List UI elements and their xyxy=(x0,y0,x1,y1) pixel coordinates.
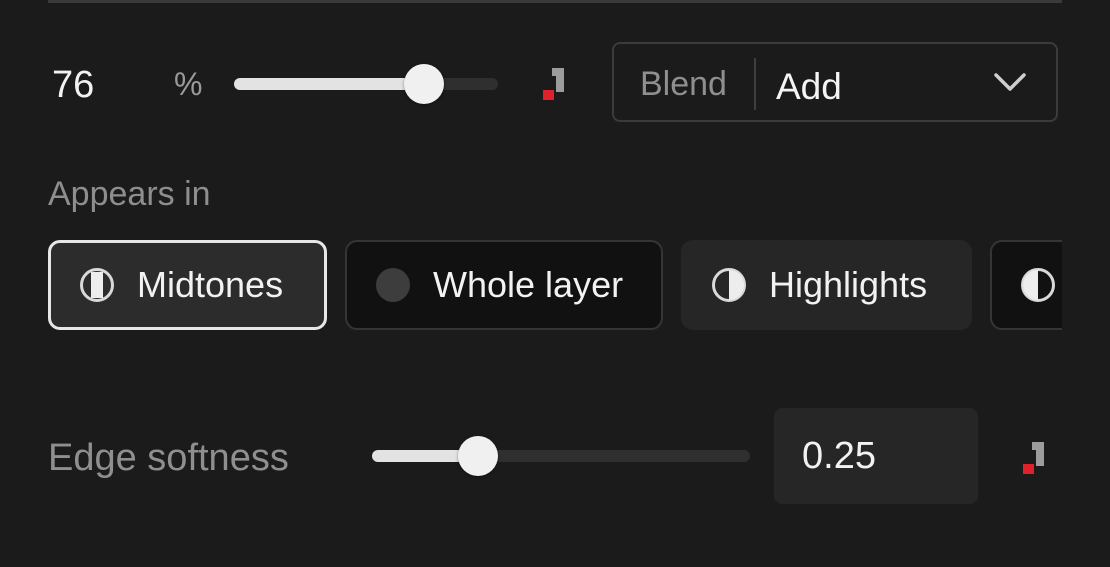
edge-softness-slider[interactable] xyxy=(372,436,750,476)
edge-softness-value: 0.25 xyxy=(802,435,876,477)
edge-softness-input[interactable]: 0.25 xyxy=(774,408,978,504)
keyframe-icon[interactable] xyxy=(1022,442,1046,474)
opacity-slider[interactable] xyxy=(234,64,498,104)
midtones-icon xyxy=(80,268,114,302)
appears-in-label: Appears in xyxy=(48,175,211,213)
opacity-unit: % xyxy=(174,66,203,102)
whole-layer-icon xyxy=(376,268,410,302)
option-midtones[interactable]: Midtones xyxy=(48,240,327,330)
keyframe-icon[interactable] xyxy=(542,68,566,100)
edge-softness-slider-thumb[interactable] xyxy=(457,436,498,476)
option-label: Midtones xyxy=(137,264,284,305)
option-whole-layer[interactable]: Whole layer xyxy=(345,240,663,330)
blend-value: Add xyxy=(776,66,842,107)
opacity-slider-fill xyxy=(234,78,425,90)
option-label: Highlights xyxy=(769,264,928,305)
appears-in-options: Midtones Whole layer Highlights xyxy=(48,240,1062,330)
highlights-icon xyxy=(712,268,746,302)
shadows-icon xyxy=(1021,268,1055,302)
option-shadows[interactable] xyxy=(990,240,1062,330)
edge-softness-label: Edge softness xyxy=(48,437,289,479)
chevron-down-icon xyxy=(994,73,1026,91)
blend-label: Blend xyxy=(640,65,727,103)
blend-mode-select[interactable]: Blend Add xyxy=(612,42,1058,122)
opacity-value[interactable]: 76 xyxy=(52,62,94,108)
opacity-slider-thumb[interactable] xyxy=(404,64,445,104)
top-divider xyxy=(48,0,1062,3)
option-label: Whole layer xyxy=(433,264,624,305)
option-highlights[interactable]: Highlights xyxy=(681,240,972,330)
blend-separator xyxy=(754,58,756,110)
